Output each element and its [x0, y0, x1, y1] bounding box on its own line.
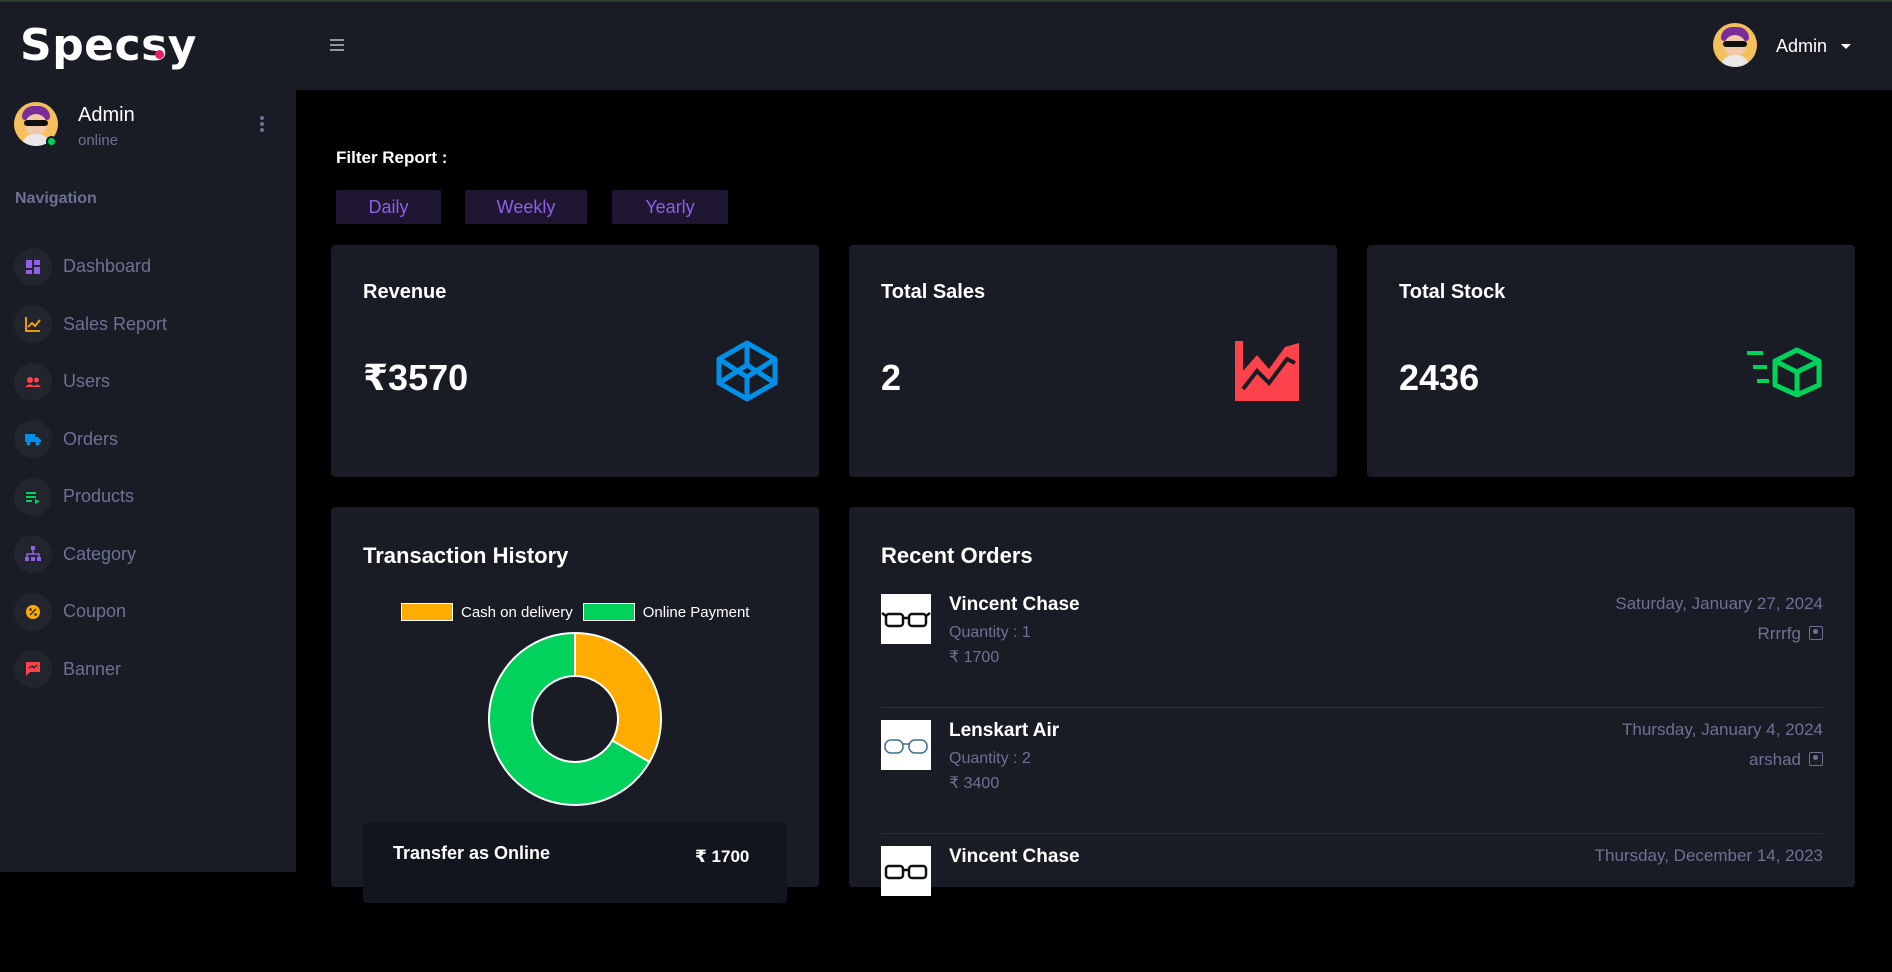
cube-send-icon: [1747, 347, 1822, 397]
divider: [881, 707, 1823, 708]
sidebar-item-products[interactable]: Products: [14, 468, 284, 526]
divider: [881, 833, 1823, 834]
more-vertical-icon[interactable]: [258, 114, 266, 136]
truck-icon: [14, 420, 52, 459]
sitemap-icon: [14, 535, 52, 574]
sidebar-item-users[interactable]: Users: [14, 353, 284, 411]
legend-swatch: [582, 603, 635, 621]
chart-line-icon: [14, 305, 52, 344]
order-date: Saturday, January 27, 2024: [1615, 594, 1823, 613]
section-title: Recent Orders: [881, 543, 1033, 568]
product-thumbnail: [881, 594, 931, 644]
sidebar-item-orders[interactable]: Orders: [14, 411, 284, 469]
menu-icon[interactable]: [330, 39, 344, 51]
sidebar-item-label: Users: [63, 371, 111, 392]
filter-weekly-button[interactable]: Weekly: [465, 190, 587, 224]
account-box-icon: [1809, 752, 1823, 766]
sidebar-item-coupon[interactable]: Coupon: [14, 583, 284, 641]
stat-value: ₹3570: [363, 357, 469, 398]
stat-title: Total Stock: [1399, 281, 1506, 303]
brand-dot: [155, 50, 164, 59]
revenue-card: Revenue ₹3570: [331, 245, 819, 477]
recent-orders-card: Recent Orders Vincent Chase Quantity : 1…: [849, 507, 1855, 896]
order-product-name: Vincent Chase: [949, 846, 1080, 867]
transfer-title: Transfer as Online: [393, 843, 551, 863]
sidebar-item-label: Coupon: [63, 601, 127, 622]
order-item[interactable]: Lenskart Air Quantity : 2 ₹ 3400 Thursda…: [881, 720, 1823, 846]
account-box-icon: [1809, 626, 1823, 640]
stat-value: 2: [881, 357, 902, 398]
order-quantity: Quantity : 2: [949, 750, 1031, 767]
legend-item[interactable]: Cash on delivery: [401, 603, 573, 621]
filter-yearly-button[interactable]: Yearly: [612, 190, 728, 224]
sidebar-item-sales-report[interactable]: Sales Report: [14, 296, 284, 354]
chart-areaspline-icon: [1235, 341, 1299, 401]
order-quantity: Quantity : 1: [949, 624, 1031, 641]
filter-daily-button[interactable]: Daily: [336, 190, 441, 224]
order-item[interactable]: Vincent Chase Quantity : 1 ₹ 1700 Saturd…: [881, 594, 1823, 720]
transfer-amount: ₹ 1700: [695, 847, 750, 866]
sidebar-nav: Dashboard Sales Report Users Orders Prod…: [14, 238, 284, 698]
transaction-donut-chart: [488, 631, 662, 806]
order-date: Thursday, January 4, 2024: [1622, 720, 1823, 739]
sidebar-item-label: Banner: [63, 658, 122, 679]
legend-label: Cash on delivery: [461, 603, 573, 621]
legend-label: Online Payment: [642, 603, 750, 621]
topbar: Admin: [296, 2, 1892, 90]
order-user: arshad: [1749, 750, 1801, 769]
total-sales-card: Total Sales 2: [849, 245, 1337, 477]
transaction-history-card: Transaction History Cash on delivery Onl…: [331, 507, 819, 903]
section-title: Transaction History: [363, 543, 569, 568]
sidebar-item-label: Sales Report: [63, 313, 168, 334]
order-product-name: Vincent Chase: [949, 594, 1080, 615]
filter-label: Filter Report :: [336, 148, 448, 167]
order-user: Rrrrfg: [1757, 624, 1801, 643]
users-icon: [14, 362, 52, 401]
stat-title: Total Sales: [881, 281, 986, 303]
caret-down-icon[interactable]: [1841, 44, 1851, 49]
sidebar: Specsy Admin online Navigation Dashboard…: [0, 2, 296, 872]
order-price: ₹ 1700: [949, 649, 1000, 666]
stat-title: Revenue: [363, 281, 447, 303]
sidebar-item-category[interactable]: Category: [14, 526, 284, 584]
product-thumbnail: [881, 720, 931, 770]
nav-heading: Navigation: [15, 190, 97, 207]
legend-swatch: [401, 603, 453, 621]
transfer-item: Transfer as Online ₹ 1700: [363, 823, 787, 903]
profile-status: online: [78, 132, 119, 149]
message-icon: [14, 650, 52, 689]
total-stock-card: Total Stock 2436: [1367, 245, 1855, 477]
user-avatar[interactable]: [1713, 23, 1757, 67]
product-thumbnail: [881, 846, 931, 896]
sidebar-item-banner[interactable]: Banner: [14, 641, 284, 699]
sidebar-item-label: Dashboard: [63, 256, 152, 277]
profile-name: Admin: [78, 104, 135, 126]
sidebar-item-label: Orders: [63, 428, 119, 449]
sidebar-item-label: Products: [63, 486, 135, 507]
playlist-icon: [14, 477, 52, 516]
legend-item[interactable]: Online Payment: [582, 603, 750, 621]
online-indicator: [46, 136, 57, 147]
coupon-icon: [14, 592, 52, 631]
chart-legend: Cash on delivery Online Payment: [401, 603, 759, 621]
sidebar-item-label: Category: [63, 543, 137, 564]
brand-logo[interactable]: Specsy: [20, 20, 197, 71]
user-menu-label[interactable]: Admin: [1776, 36, 1827, 57]
donut-slice-cash-on-delivery[interactable]: [574, 631, 662, 764]
order-item[interactable]: Vincent Chase Thursday, December 14, 202…: [881, 846, 1823, 972]
stat-value: 2436: [1399, 357, 1480, 398]
order-price: ₹ 3400: [949, 775, 1000, 792]
order-product-name: Lenskart Air: [949, 720, 1060, 741]
sidebar-item-dashboard[interactable]: Dashboard: [14, 238, 284, 296]
order-date: Thursday, December 14, 2023: [1594, 846, 1823, 865]
dashboard-icon: [14, 247, 52, 286]
sidebar-profile: Admin online: [14, 102, 284, 152]
codepen-icon: [716, 340, 778, 402]
